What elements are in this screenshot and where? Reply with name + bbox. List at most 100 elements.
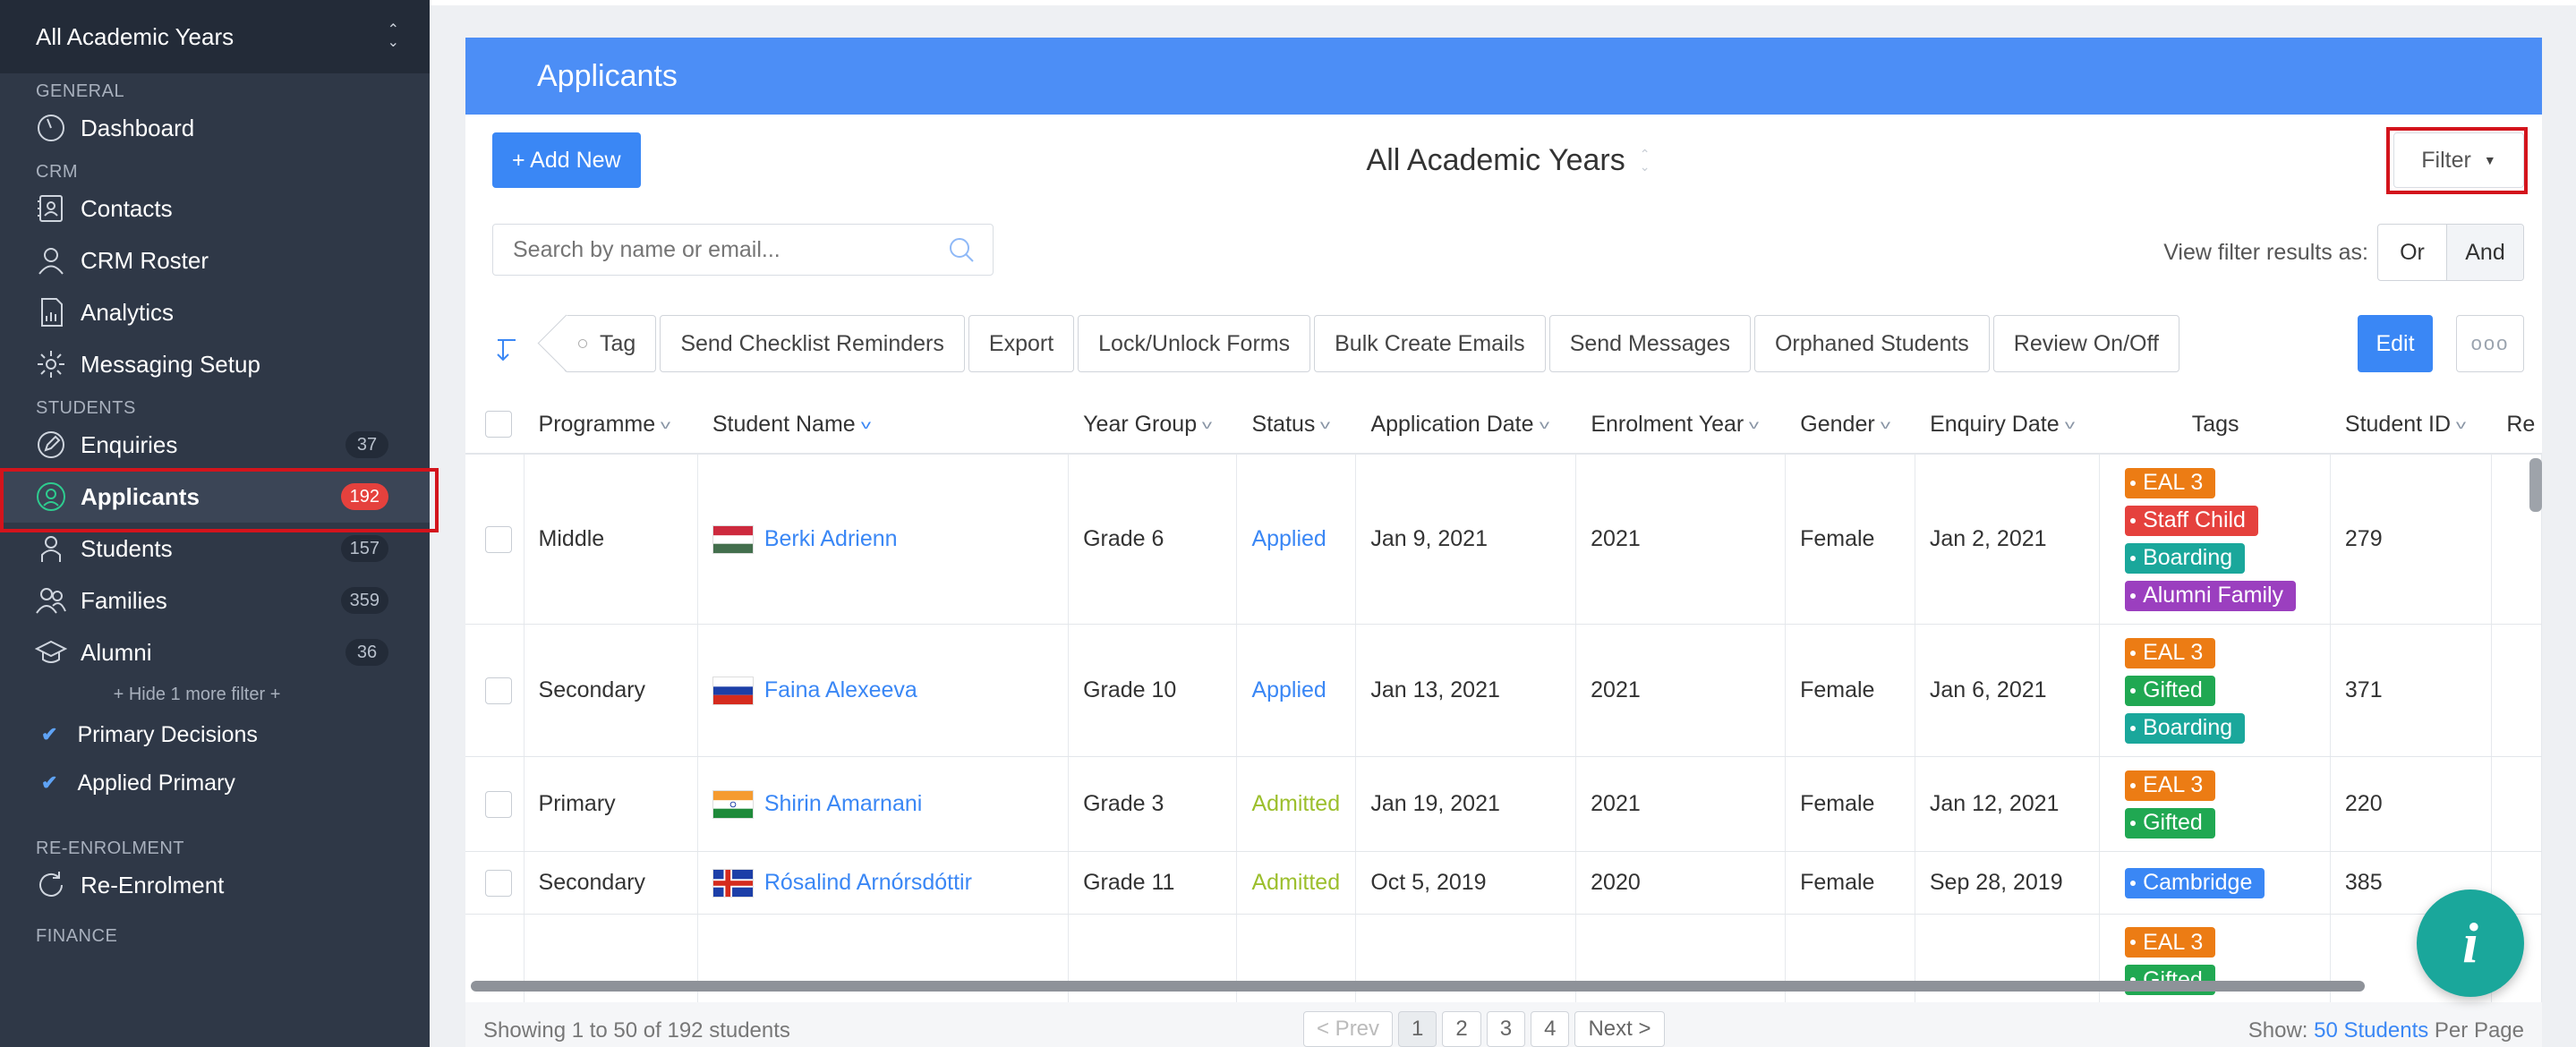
sidebar-item-applicants[interactable]: Applicants 192 [0, 468, 439, 532]
page-1-button[interactable]: 1 [1398, 1011, 1437, 1047]
status-text[interactable]: Admitted [1251, 791, 1340, 817]
info-help-button[interactable]: i [2417, 890, 2524, 997]
tag-pill[interactable]: Gifted [2125, 675, 2215, 706]
page-title: Applicants [537, 58, 678, 93]
tag-pill[interactable]: Boarding [2125, 542, 2246, 574]
search-icon[interactable] [946, 234, 977, 265]
page-2-button[interactable]: 2 [1442, 1011, 1481, 1047]
sidebar-item-crm-roster[interactable]: CRM Roster [0, 234, 430, 286]
section-general: GENERAL [36, 81, 125, 101]
horizontal-scrollbar[interactable] [471, 981, 2365, 992]
col-year-group[interactable]: Year Group v [1069, 395, 1237, 454]
filter-button[interactable]: Filter ▼ [2393, 132, 2524, 188]
sidebar-item-families[interactable]: Families 359 [0, 575, 430, 626]
subfilter-primary-decisions[interactable]: ✔ Primary Decisions [0, 711, 430, 759]
search-input[interactable] [513, 236, 946, 263]
col-student-id[interactable]: Student ID v [2331, 395, 2492, 454]
status-text[interactable]: Applied [1251, 677, 1326, 703]
col-enquiry-date[interactable]: Enquiry Date v [1915, 395, 2100, 454]
review-on-off-button[interactable]: Review On/Off [1992, 315, 2179, 372]
section-re-enrolment: RE-ENROLMENT [36, 838, 185, 858]
row-checkbox[interactable] [485, 790, 512, 818]
lock-unlock-forms-button[interactable]: Lock/Unlock Forms [1078, 315, 1311, 372]
status-text[interactable]: Applied [1251, 526, 1326, 552]
enquiries-count: 37 [345, 431, 388, 458]
col-enrolment-year[interactable]: Enrolment Year v [1576, 395, 1786, 454]
per-page-select[interactable]: 50 Students [2314, 1018, 2428, 1043]
student-name-link[interactable]: Rósalind Arnórsdóttir [764, 870, 972, 896]
tag-pill[interactable]: Cambridge [2125, 867, 2265, 898]
table-row[interactable]: Middle Berki Adrienn Grade 6 Applied Jan… [465, 455, 2542, 625]
and-option[interactable]: And [2446, 225, 2523, 280]
sidebar-item-dashboard[interactable]: Dashboard [0, 102, 430, 154]
col-gender[interactable]: Gender v [1786, 395, 1915, 454]
tag-pill[interactable]: Staff Child [2125, 505, 2258, 536]
prev-page-button[interactable]: < Prev [1303, 1011, 1394, 1047]
application-date-cell: Oct 5, 2019 [1356, 852, 1577, 914]
status-cell: Admitted [1237, 852, 1357, 914]
select-all-cell [465, 395, 525, 454]
hide-more-filters-link[interactable]: + Hide 1 more filter + [0, 678, 430, 711]
tag-pill[interactable]: EAL 3 [2125, 467, 2216, 498]
col-status[interactable]: Status v [1238, 395, 1357, 454]
student-name-link[interactable]: Faina Alexeeva [764, 677, 917, 703]
tag-pill[interactable]: EAL 3 [2125, 770, 2216, 801]
tag-pill[interactable]: EAL 3 [2125, 637, 2216, 668]
gender-cell: Female [1786, 852, 1915, 914]
bulk-create-emails-button[interactable]: Bulk Create Emails [1314, 315, 1546, 372]
col-re[interactable]: Re [2492, 395, 2542, 454]
subfilter-applied-primary[interactable]: ✔ Applied Primary [0, 759, 430, 807]
table-row[interactable]: Secondary Faina Alexeeva Grade 10 Applie… [465, 625, 2542, 757]
sidebar: All Academic Years ⌃ ⌄ GENERAL Dashboard … [0, 0, 439, 1047]
tag-pill[interactable]: EAL 3 [2125, 927, 2216, 958]
table-row[interactable]: Primary Shirin Amarnani Grade 3 Admitted… [465, 757, 2542, 852]
table-row[interactable]: EAL 3 Gifted [465, 915, 2542, 1013]
or-option[interactable]: Or [2378, 225, 2446, 280]
vertical-scrollbar[interactable] [2529, 458, 2542, 512]
sort-down-icon[interactable] [492, 333, 525, 365]
tag-button[interactable]: Tag [564, 315, 657, 372]
send-checklist-reminders-button[interactable]: Send Checklist Reminders [660, 315, 965, 372]
send-messages-button[interactable]: Send Messages [1548, 315, 1751, 372]
sidebar-item-contacts[interactable]: Contacts [0, 183, 430, 234]
col-programme[interactable]: Programme v [525, 395, 698, 454]
next-page-button[interactable]: Next > [1574, 1011, 1665, 1047]
tag-pill[interactable]: Boarding [2125, 712, 2246, 744]
page-4-button[interactable]: 4 [1531, 1011, 1570, 1047]
chevron-down-icon: v [1320, 417, 1331, 431]
col-student-name[interactable]: Student Name v [698, 395, 1069, 454]
row-select-cell [465, 852, 525, 914]
col-application-date[interactable]: Application Date v [1356, 395, 1576, 454]
export-button[interactable]: Export [968, 315, 1075, 372]
analytics-icon [34, 295, 68, 329]
row-checkbox[interactable] [485, 677, 512, 704]
sidebar-item-enquiries[interactable]: Enquiries 37 [0, 419, 430, 471]
academic-year-selector[interactable]: All Academic Years ⌃ ⌄ [0, 0, 430, 73]
application-date-cell: Jan 9, 2021 [1356, 455, 1577, 624]
tag-pill[interactable]: Gifted [2125, 807, 2215, 838]
sidebar-item-students[interactable]: Students 157 [0, 523, 430, 575]
status-cell: Admitted [1237, 757, 1357, 851]
tag-pill[interactable]: Alumni Family [2125, 580, 2297, 611]
student-name-link[interactable]: Berki Adrienn [764, 526, 898, 552]
row-checkbox[interactable] [485, 525, 512, 553]
status-text[interactable]: Admitted [1251, 870, 1340, 896]
bulk-toolbar: Tag Send Checklist Reminders Export Lock… [492, 315, 2524, 372]
programme-cell [525, 915, 698, 1012]
table-row[interactable]: Secondary Rósalind Arnórsdóttir Grade 11… [465, 852, 2542, 915]
orphaned-students-button[interactable]: Orphaned Students [1753, 315, 1990, 372]
page-3-button[interactable]: 3 [1486, 1011, 1526, 1047]
row-checkbox[interactable] [485, 869, 512, 897]
add-new-button[interactable]: + Add New [492, 132, 641, 188]
or-and-toggle: Or And [2377, 224, 2524, 281]
sidebar-item-re-enrolment[interactable]: Re-Enrolment [0, 859, 430, 911]
edit-button[interactable]: Edit [2358, 315, 2433, 372]
main-year-selector[interactable]: All Academic Years ⌃ ⌄ [492, 132, 2524, 188]
student-name-link[interactable]: Shirin Amarnani [764, 791, 922, 817]
sidebar-item-analytics[interactable]: Analytics [0, 286, 430, 338]
sidebar-item-messaging-setup[interactable]: Messaging Setup [0, 338, 430, 390]
select-all-checkbox[interactable] [485, 411, 512, 438]
more-options-button[interactable]: ooo [2456, 315, 2524, 372]
person-circle-icon [34, 480, 68, 514]
sidebar-item-alumni[interactable]: Alumni 36 [0, 626, 430, 678]
